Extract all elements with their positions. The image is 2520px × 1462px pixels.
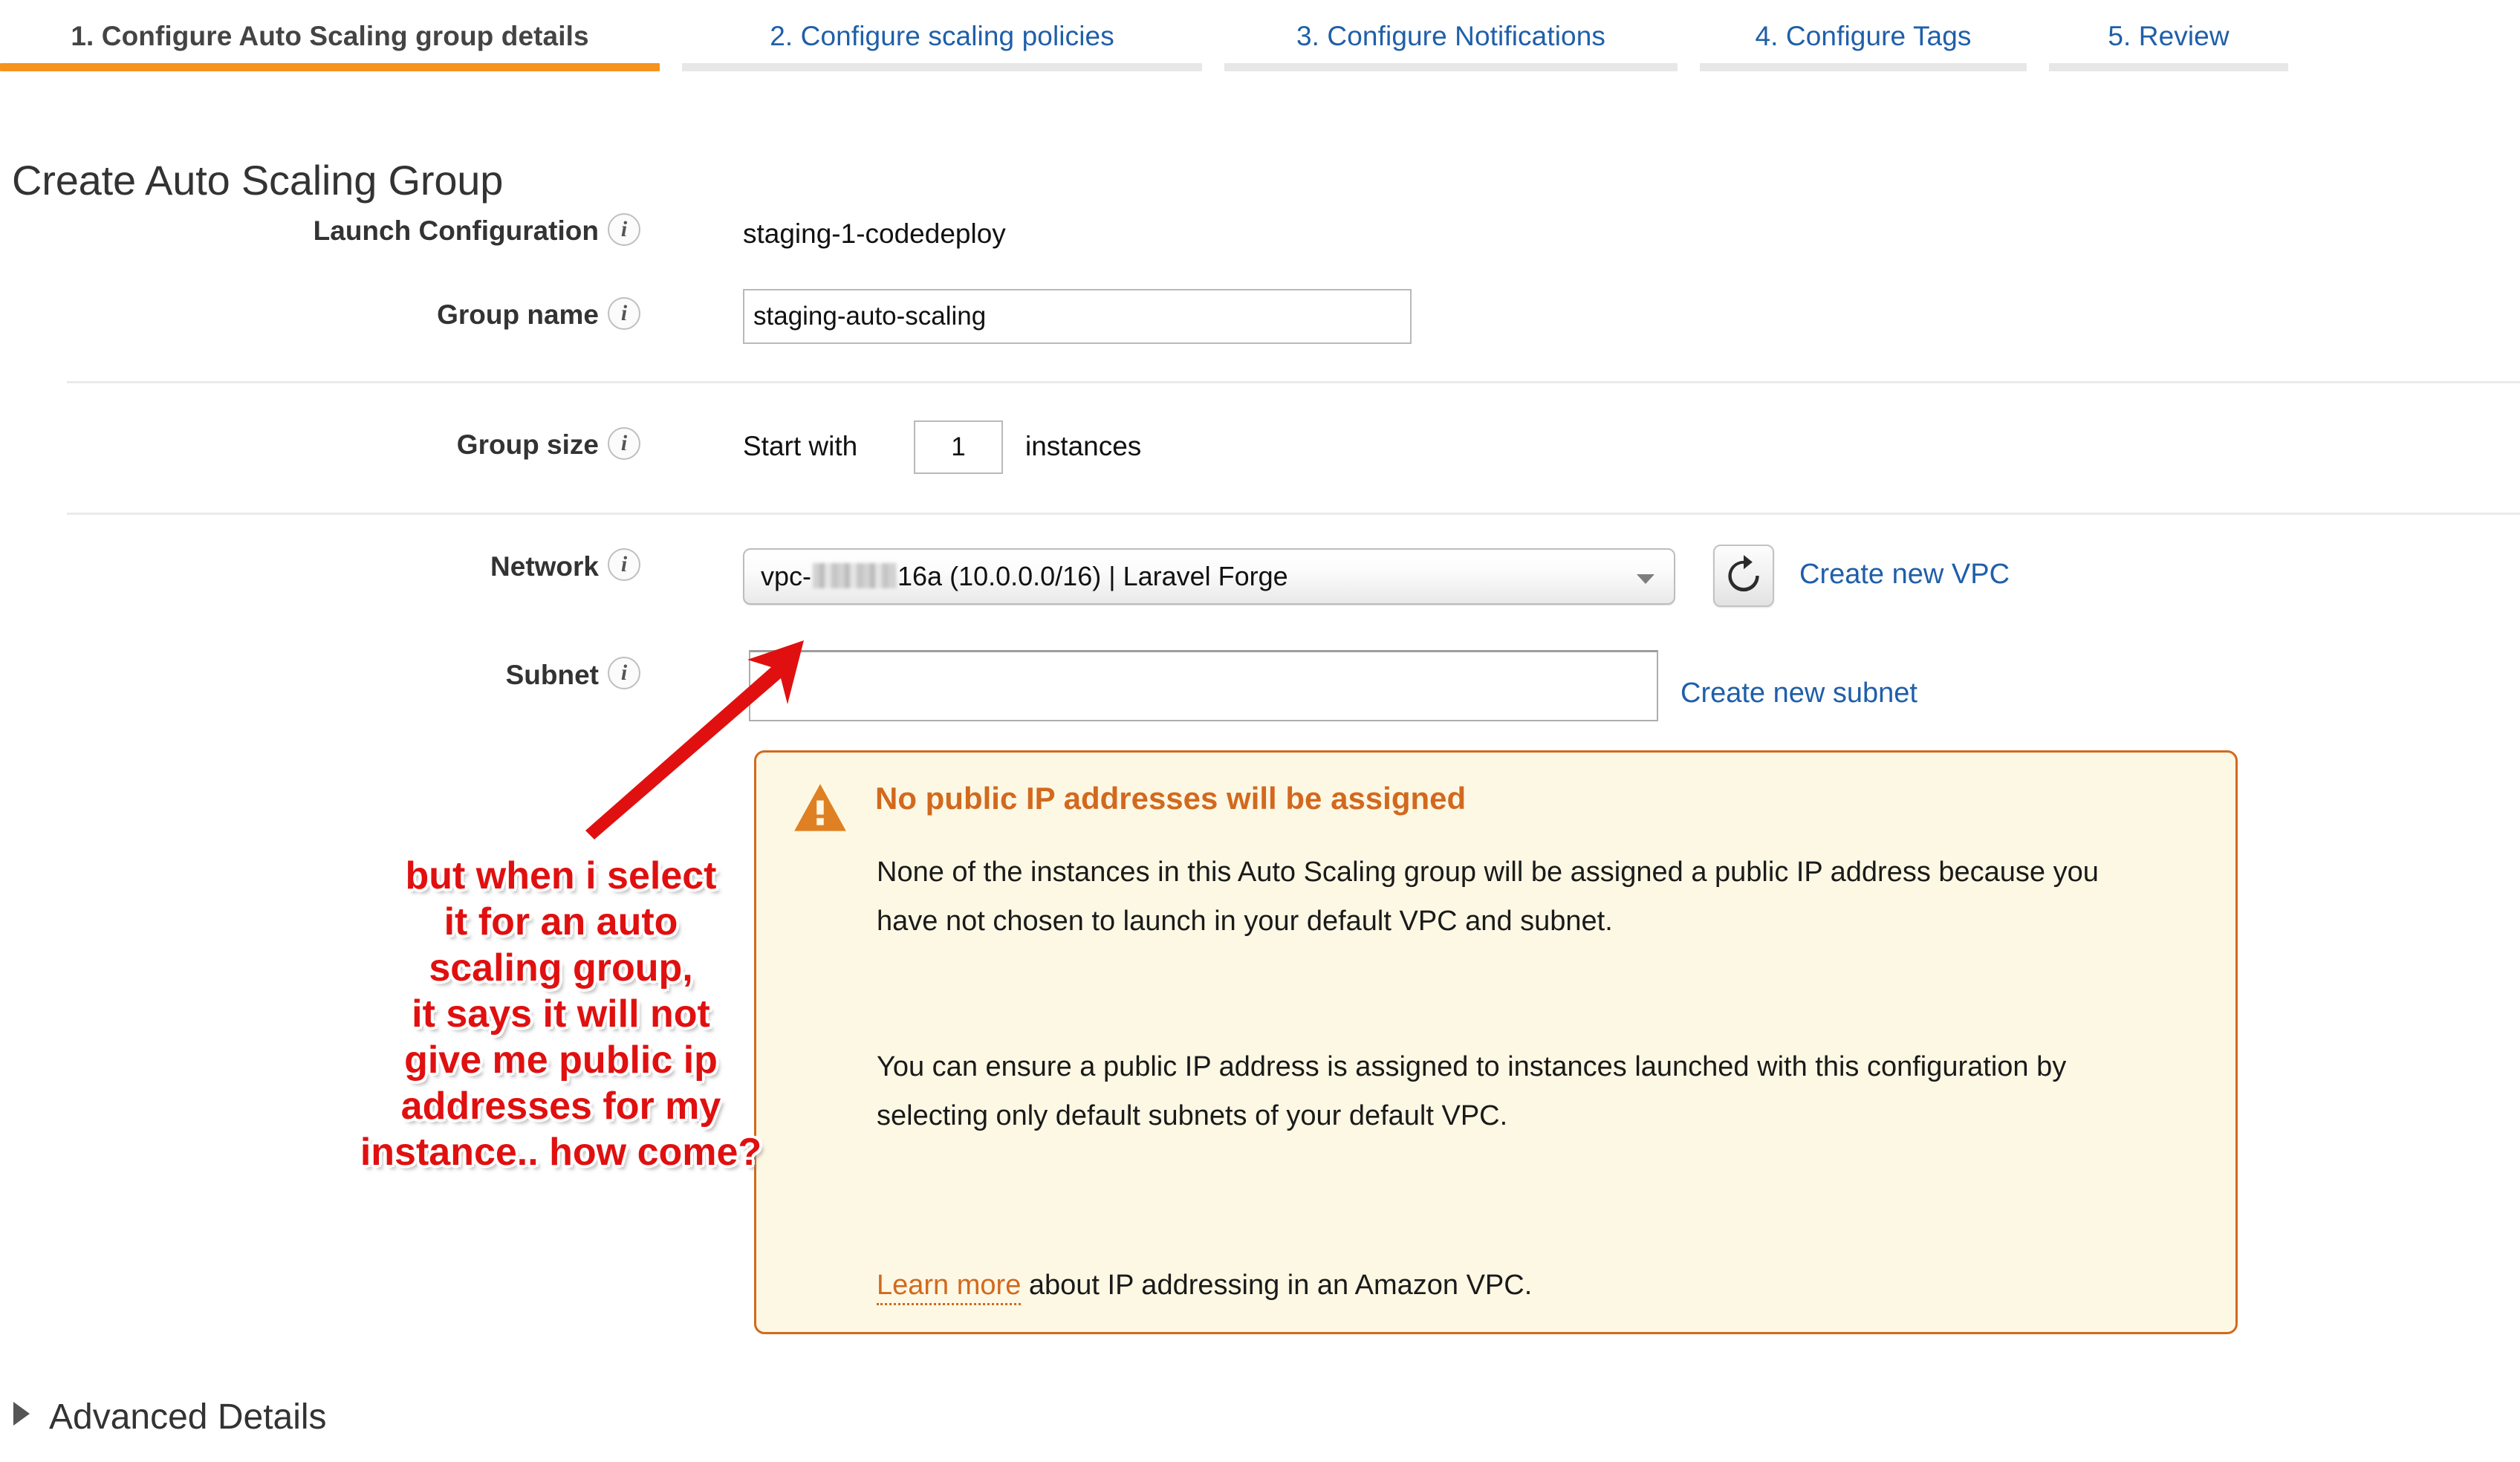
tab-underline (2049, 63, 2288, 71)
network-label: Network (490, 551, 599, 582)
alert-title: No public IP addresses will be assigned (875, 781, 1467, 816)
group-name-input[interactable] (743, 289, 1412, 344)
info-icon[interactable]: i (608, 427, 640, 460)
subnet-label: Subnet (505, 660, 599, 690)
info-icon[interactable]: i (608, 213, 640, 246)
info-icon[interactable]: i (608, 657, 640, 689)
tab-underline (1224, 63, 1678, 71)
refresh-vpc-button[interactable] (1713, 545, 1774, 607)
warning-triangle-icon (794, 784, 846, 831)
launch-configuration-label: Launch Configuration (313, 215, 599, 246)
tab-configure-notifications[interactable]: 3. Configure Notifications (1224, 0, 1678, 80)
tab-label: 1. Configure Auto Scaling group details (71, 21, 589, 51)
tab-label: 4. Configure Tags (1755, 21, 1972, 51)
no-public-ip-alert: No public IP addresses will be assigned … (754, 750, 2238, 1334)
learn-more-link[interactable]: Learn more (877, 1270, 1022, 1305)
advanced-details-label: Advanced Details (49, 1397, 327, 1437)
tab-review[interactable]: 5. Review (2049, 0, 2288, 80)
tab-label: 2. Configure scaling policies (770, 21, 1114, 51)
triangle-right-icon (13, 1402, 30, 1426)
launch-configuration-value: staging-1-codedeploy (743, 218, 1006, 249)
tab-configure-auto-scaling-group-details[interactable]: 1. Configure Auto Scaling group details (0, 0, 660, 80)
tab-underline-active (0, 63, 660, 71)
page-title: Create Auto Scaling Group (12, 156, 504, 204)
divider (67, 381, 2520, 383)
create-new-subnet-link[interactable]: Create new subnet (1680, 678, 1917, 709)
tab-label: 5. Review (2108, 21, 2230, 51)
group-size-prefix: Start with (743, 431, 858, 461)
wizard-tab-bar: 1. Configure Auto Scaling group details … (0, 0, 2520, 80)
alert-learn-more-line: Learn more about IP addressing in an Ama… (877, 1265, 1532, 1305)
chevron-down-icon (1637, 574, 1654, 584)
alert-paragraph-1: None of the instances in this Auto Scali… (877, 857, 2099, 937)
tab-label: 3. Configure Notifications (1296, 21, 1605, 51)
refresh-icon (1728, 555, 1759, 592)
tab-underline (682, 63, 1202, 71)
group-size-suffix: instances (1025, 431, 1142, 461)
info-icon[interactable]: i (608, 548, 640, 581)
group-size-input[interactable] (914, 420, 1003, 474)
tab-underline (1700, 63, 2027, 71)
tab-configure-scaling-policies[interactable]: 2. Configure scaling policies (682, 0, 1202, 80)
network-vpc-select[interactable]: vpc- 16a (10.0.0.0/16) | Laravel Forge (743, 548, 1675, 605)
tab-configure-tags[interactable]: 4. Configure Tags (1700, 0, 2027, 80)
advanced-details-toggle[interactable]: Advanced Details (13, 1397, 327, 1437)
alert-paragraph-2: You can ensure a public IP address is as… (877, 1051, 2067, 1131)
network-vpc-value-suffix: 16a (10.0.0.0/16) | Laravel Forge (897, 561, 1288, 591)
group-size-label: Group size (456, 429, 599, 460)
learn-more-rest: about IP addressing in an Amazon VPC. (1021, 1270, 1533, 1301)
group-name-label: Group name (437, 299, 599, 330)
divider (67, 513, 2520, 515)
subnet-multiselect[interactable] (749, 650, 1658, 721)
network-vpc-value-prefix: vpc- (761, 561, 812, 591)
info-icon[interactable]: i (608, 297, 640, 330)
redacted-vpc-id (813, 563, 897, 588)
create-new-vpc-link[interactable]: Create new VPC (1799, 559, 2010, 591)
